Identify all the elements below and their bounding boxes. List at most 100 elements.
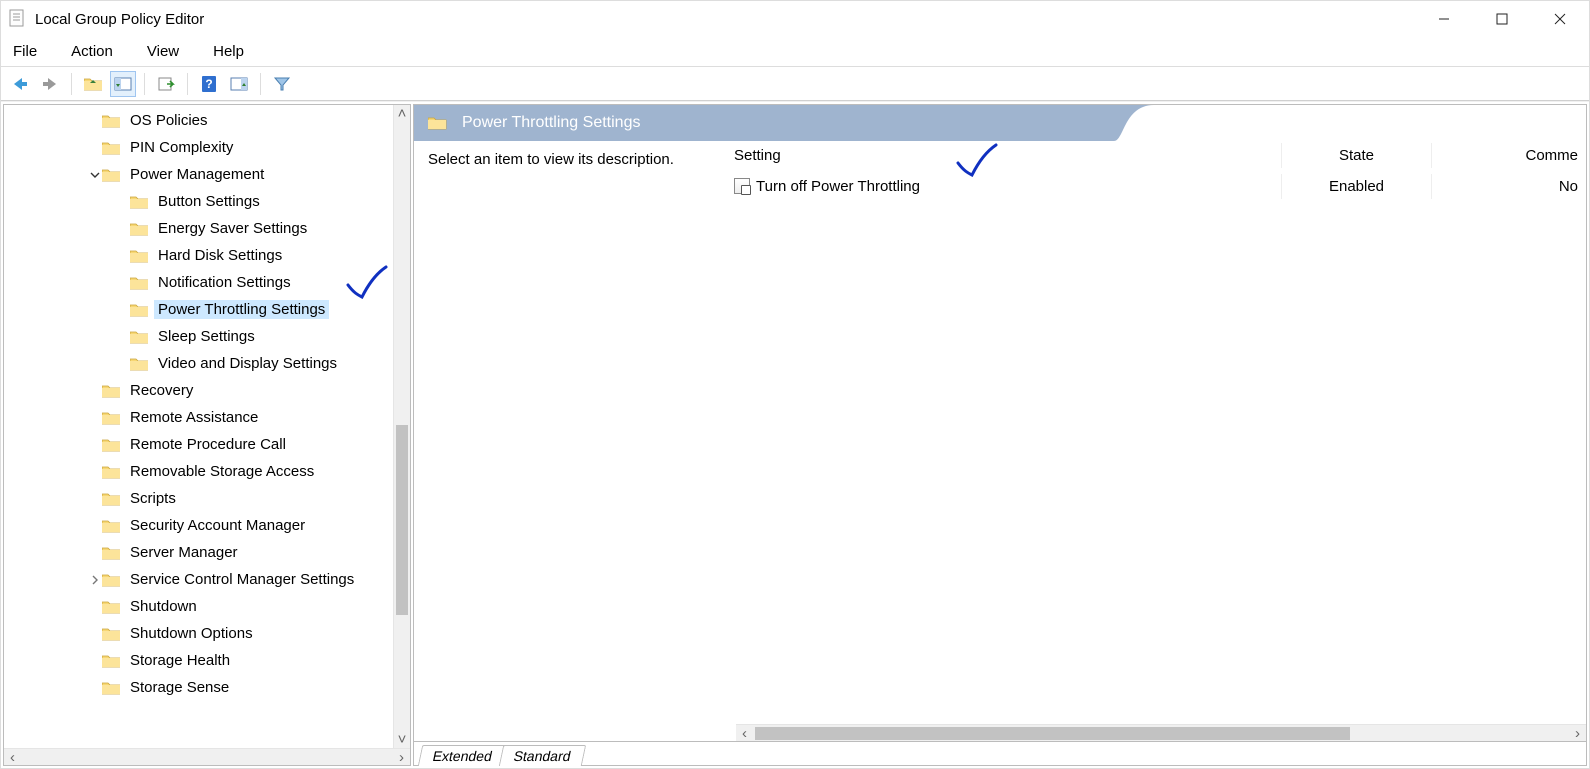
folder-icon (130, 221, 148, 236)
show-hide-action-pane-button[interactable] (226, 71, 252, 97)
cell-comment: No (1431, 174, 1586, 199)
folder-icon (130, 248, 148, 263)
tree-item-label: Power Throttling Settings (154, 300, 329, 319)
tree-item[interactable]: Button Settings (4, 188, 410, 215)
description-column: Select an item to view its description. (414, 141, 726, 724)
tree-item[interactable]: PIN Complexity (4, 134, 410, 161)
details-tabs: Extended Standard (414, 741, 1586, 765)
tree-item[interactable]: Hard Disk Settings (4, 242, 410, 269)
forward-button[interactable] (37, 71, 63, 97)
menu-help[interactable]: Help (209, 41, 248, 62)
tree-item[interactable]: Scripts (4, 485, 410, 512)
tree-item[interactable]: Shutdown (4, 593, 410, 620)
menu-view[interactable]: View (143, 41, 183, 62)
scroll-right-icon[interactable]: › (1569, 725, 1586, 742)
tree-horizontal-scrollbar[interactable]: ‹ › (4, 748, 410, 765)
tree-item[interactable]: Server Manager (4, 539, 410, 566)
chevron-placeholder (88, 465, 102, 479)
scroll-left-icon[interactable]: ‹ (4, 749, 21, 766)
tree-item[interactable]: Video and Display Settings (4, 350, 410, 377)
console-tree[interactable]: OS PoliciesPIN ComplexityPower Managemen… (4, 105, 410, 701)
col-comment[interactable]: Comme (1431, 143, 1586, 168)
tab-standard[interactable]: Standard (499, 745, 586, 766)
tree-item[interactable]: Remote Assistance (4, 404, 410, 431)
scroll-thumb[interactable] (396, 425, 408, 615)
tree-item[interactable]: Power Management (4, 161, 410, 188)
titlebar: Local Group Policy Editor (1, 1, 1589, 37)
tree-item-label: Button Settings (154, 192, 264, 211)
tree-item[interactable]: Recovery (4, 377, 410, 404)
forward-arrow-icon (40, 76, 60, 92)
folder-icon (102, 437, 120, 452)
scroll-down-icon[interactable]: ˅ (394, 731, 410, 748)
folder-icon (102, 464, 120, 479)
chevron-right-icon[interactable] (88, 573, 102, 587)
minimize-button[interactable] (1415, 1, 1473, 37)
col-setting[interactable]: Setting (726, 143, 1281, 168)
close-button[interactable] (1531, 1, 1589, 37)
console-tree-pane: OS PoliciesPIN ComplexityPower Managemen… (3, 104, 411, 766)
policy-icon (734, 178, 750, 194)
scroll-left-icon[interactable]: ‹ (736, 725, 753, 742)
tree-item[interactable]: Remote Procedure Call (4, 431, 410, 458)
tree-item[interactable]: Sleep Settings (4, 323, 410, 350)
chevron-placeholder (116, 357, 130, 371)
show-hide-tree-button[interactable] (110, 71, 136, 97)
tree-item-label: Sleep Settings (154, 327, 259, 346)
scroll-up-icon[interactable]: ˄ (394, 105, 410, 122)
tree-item[interactable]: Security Account Manager (4, 512, 410, 539)
chevron-placeholder (88, 681, 102, 695)
chevron-down-icon[interactable] (88, 168, 102, 182)
cell-state: Enabled (1281, 174, 1431, 199)
tree-item[interactable]: Energy Saver Settings (4, 215, 410, 242)
list-header: Setting State Comme (726, 141, 1586, 171)
chevron-placeholder (88, 384, 102, 398)
export-list-button[interactable] (153, 71, 179, 97)
filter-button[interactable] (269, 71, 295, 97)
folder-icon (102, 518, 120, 533)
tree-item-label: Video and Display Settings (154, 354, 341, 373)
tree-item-label: Remote Assistance (126, 408, 262, 427)
tree-item-label: Hard Disk Settings (154, 246, 286, 265)
chevron-placeholder (88, 600, 102, 614)
tree-item-label: Remote Procedure Call (126, 435, 290, 454)
scroll-right-icon[interactable]: › (393, 749, 410, 766)
chevron-placeholder (88, 411, 102, 425)
tree-item-label: Storage Health (126, 651, 234, 670)
tree-vertical-scrollbar[interactable]: ˄ ˅ (393, 105, 410, 748)
settings-list: Setting State Comme Turn off Power Throt… (726, 141, 1586, 724)
tree-item-label: Notification Settings (154, 273, 295, 292)
menu-action[interactable]: Action (67, 41, 117, 62)
policy-row[interactable]: Turn off Power ThrottlingEnabledNo (726, 171, 1586, 201)
tree-item[interactable]: OS Policies (4, 107, 410, 134)
chevron-placeholder (116, 222, 130, 236)
help-button[interactable]: ? (196, 71, 222, 97)
tree-item[interactable]: Service Control Manager Settings (4, 566, 410, 593)
tree-item[interactable]: Removable Storage Access (4, 458, 410, 485)
tree-item[interactable]: Shutdown Options (4, 620, 410, 647)
console-tree-icon (114, 76, 132, 92)
folder-icon (102, 140, 120, 155)
details-header-title: Power Throttling Settings (462, 114, 640, 132)
menu-file[interactable]: File (9, 41, 41, 62)
chevron-placeholder (88, 519, 102, 533)
tree-item-label: Scripts (126, 489, 180, 508)
maximize-button[interactable] (1473, 1, 1531, 37)
tree-item[interactable]: Power Throttling Settings (4, 296, 410, 323)
tab-extended[interactable]: Extended (418, 745, 508, 766)
folder-icon (102, 491, 120, 506)
back-button[interactable] (7, 71, 33, 97)
folder-icon (130, 302, 148, 317)
col-state[interactable]: State (1281, 143, 1431, 168)
folder-icon (102, 653, 120, 668)
tree-item-label: Shutdown Options (126, 624, 257, 643)
tree-item[interactable]: Storage Sense (4, 674, 410, 701)
tree-item[interactable]: Storage Health (4, 647, 410, 674)
up-button[interactable] (80, 71, 106, 97)
scroll-thumb[interactable] (755, 727, 1350, 740)
app-icon (9, 9, 27, 29)
folder-icon (130, 329, 148, 344)
details-horizontal-scrollbar[interactable]: ‹ › (736, 724, 1586, 741)
tree-item[interactable]: Notification Settings (4, 269, 410, 296)
folder-icon (102, 680, 120, 695)
